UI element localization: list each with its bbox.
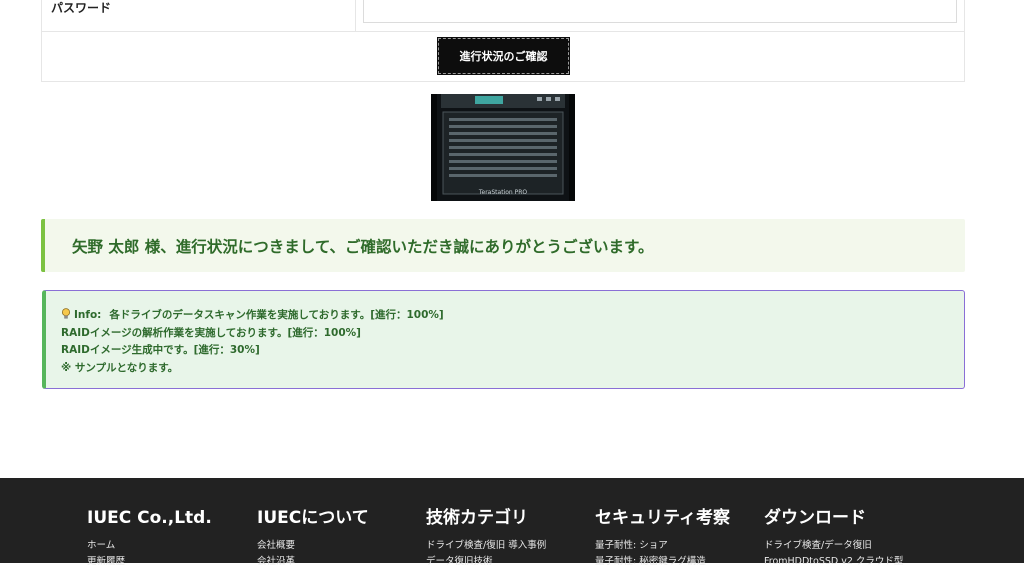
footer-link[interactable]: 会社概要 — [257, 538, 369, 554]
footer-link[interactable]: ドライブ検査/復旧 導入事例 — [426, 538, 546, 554]
footer-link[interactable]: データ復旧技術 — [426, 554, 546, 570]
info-text: 各ドライブのデータスキャン作業を実施しております。[進行：100%] — [109, 309, 444, 321]
footer-link[interactable]: ドライブ検査/データ復旧 — [764, 538, 903, 554]
lightbulb-icon — [61, 308, 71, 320]
info-line-2: RAIDイメージの解析作業を実施しております。[進行：100%] — [61, 326, 361, 339]
password-label: パスワード — [42, 0, 356, 32]
footer-column-title: 技術カテゴリ — [426, 508, 528, 528]
thanks-message: 矢野 太郎 様、進行状況につきまして、ご確認いただき誠にありがとうございます。 — [72, 237, 654, 256]
footer-link[interactable]: 会社沿革 — [257, 554, 369, 570]
footer-link[interactable]: 量子耐性: 秘密鍵ラグ構造 — [595, 554, 730, 570]
footer-column-title: IUEC Co.,Ltd. — [87, 508, 212, 528]
footer-link[interactable]: ホーム — [87, 538, 212, 554]
product-brand-text: TeraStation PRO — [478, 189, 528, 196]
footer-column-security: セキュリティ考察 量子耐性: ショア 量子耐性: 秘密鍵ラグ構造 — [595, 507, 730, 570]
password-input[interactable] — [363, 0, 957, 23]
info-line-3: RAIDイメージ生成中です。[進行：30%] — [61, 344, 260, 356]
password-form: パスワード 進行状況のご確認 — [41, 0, 965, 82]
site-footer: IUEC Co.,Ltd. ホーム 更新履歴 IUECについて 会社概要 会社沿… — [0, 478, 1024, 567]
info-line-1: Info: 各ドライブのデータスキャン作業を実施しております。[進行：100%] — [61, 307, 964, 325]
password-row: パスワード — [42, 0, 964, 32]
progress-info-box: Info: 各ドライブのデータスキャン作業を実施しております。[進行：100%] … — [42, 290, 965, 389]
thanks-message-box: 矢野 太郎 様、進行状況につきまして、ご確認いただき誠にありがとうございます。 — [41, 219, 965, 272]
footer-column-download: ダウンロード ドライブ検査/データ復旧 FromHDDtoSSD v2 クラウド… — [764, 507, 903, 570]
info-line-4: ※ サンプルとなります。 — [61, 361, 179, 374]
footer-column-about: IUECについて 会社概要 会社沿革 — [257, 507, 369, 570]
footer-column-title: IUECについて — [257, 508, 369, 528]
confirm-progress-button[interactable]: 進行状況のご確認 — [437, 37, 570, 75]
footer-column-title: ダウンロード — [764, 508, 866, 528]
product-image: TeraStation PRO — [431, 94, 575, 201]
footer-link[interactable]: FromHDDtoSSD v2 クラウド型 — [764, 554, 903, 570]
footer-column-tech: 技術カテゴリ ドライブ検査/復旧 導入事例 データ復旧技術 — [426, 507, 546, 570]
footer-column-title: セキュリティ考察 — [595, 508, 730, 528]
footer-link[interactable]: 更新履歴 — [87, 554, 212, 570]
info-tag: Info: — [74, 309, 102, 321]
footer-link[interactable]: 量子耐性: ショア — [595, 538, 730, 554]
footer-column-company: IUEC Co.,Ltd. ホーム 更新履歴 — [87, 507, 212, 570]
